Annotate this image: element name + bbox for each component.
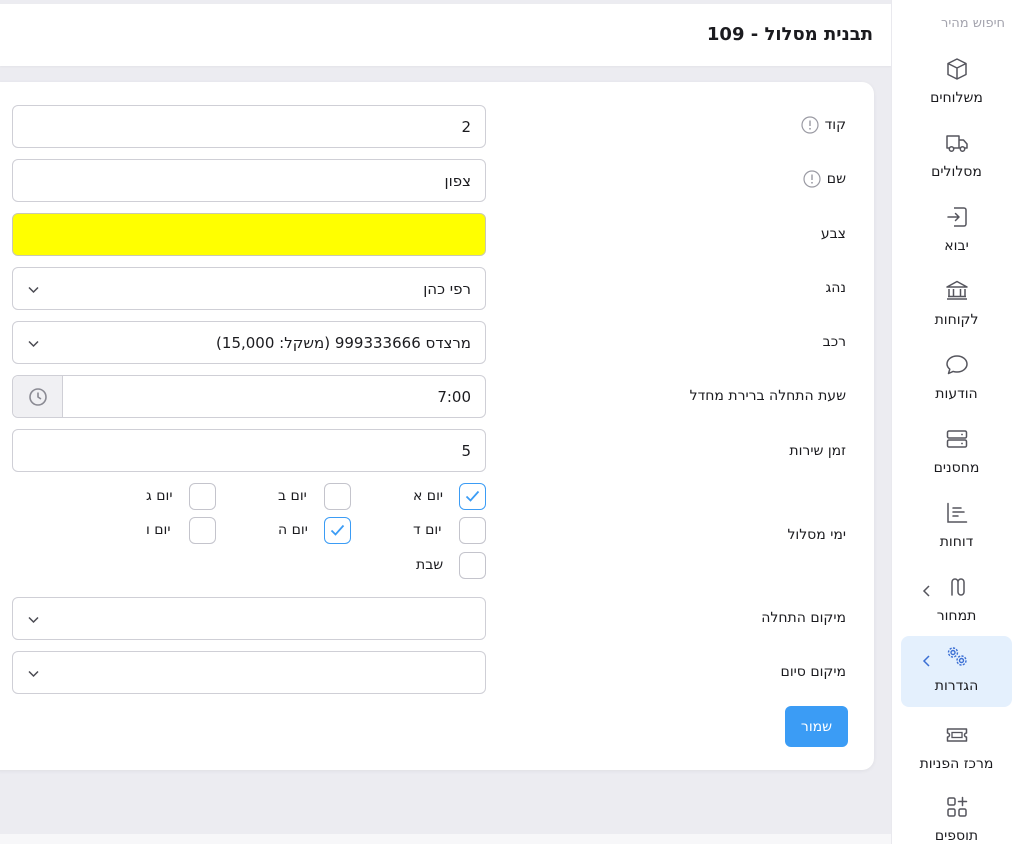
day-label-sun: יום א [413, 488, 444, 504]
ticket-icon [946, 728, 967, 742]
server-icon [946, 430, 967, 448]
page-header: תבנית מסלול - 109 [0, 4, 891, 66]
start-location-select[interactable] [12, 597, 486, 640]
info-icon[interactable] [803, 170, 821, 188]
clock-icon [28, 387, 47, 406]
service-time-input[interactable]: 5 [12, 429, 486, 472]
start-time-input[interactable]: 7:00 [12, 375, 486, 418]
day-checkbox-thu[interactable] [324, 517, 351, 544]
sidebar-item-label: דוחות [939, 534, 974, 550]
day-label-mon: יום ב [278, 488, 307, 504]
chevron-down-icon [28, 340, 39, 348]
color-picker[interactable] [12, 213, 486, 256]
checkmark-icon [330, 524, 345, 536]
code-value: 2 [461, 118, 471, 136]
sidebar-item-support-center[interactable]: מרכז הפניות [901, 714, 1012, 784]
color-label: צבע [820, 226, 846, 242]
driver-select[interactable]: רפי כהן [12, 267, 486, 310]
pricing-icon [950, 578, 965, 596]
chevron-down-icon [28, 286, 39, 294]
sidebar-item-customers[interactable]: לקוחות [901, 270, 1012, 340]
day-checkbox-mon[interactable] [324, 483, 351, 510]
driver-value: רפי כהן [423, 280, 471, 298]
page-title: תבנית מסלול - 109 [706, 24, 873, 45]
sidebar-item-label: תוספים [934, 828, 979, 844]
message-icon [945, 355, 968, 375]
truck-icon [945, 135, 968, 152]
report-icon [946, 502, 967, 523]
start-time-value: 7:00 [437, 388, 471, 406]
chevron-left-icon [922, 655, 930, 667]
sidebar-item-reports[interactable]: דוחות [901, 492, 1012, 562]
vehicle-label: רכב [822, 334, 846, 350]
day-checkbox-wed[interactable] [459, 517, 486, 544]
sidebar-item-pricing[interactable]: תמחור [901, 566, 1012, 636]
day-label-tue: יום ג [146, 488, 173, 504]
sidebar-item-label: יבוא [944, 238, 969, 254]
sidebar-item-label: מרכז הפניות [919, 756, 994, 772]
sidebar-item-label: מסלולים [931, 164, 982, 180]
settings-icon [947, 647, 967, 666]
sidebar-item-label: תמחור [936, 608, 977, 624]
driver-label: נהג [825, 280, 846, 296]
chevron-down-icon [28, 616, 39, 624]
sidebar-item-label: משלוחים [930, 90, 983, 106]
time-picker-button[interactable] [13, 376, 63, 417]
sidebar-item-settings[interactable]: הגדרות [901, 636, 1012, 707]
sidebar-item-messages[interactable]: הודעות [901, 344, 1012, 414]
day-label-thu: יום ה [278, 522, 308, 538]
route-days-label: ימי מסלול [787, 527, 846, 543]
vehicle-value: מרצדס 999333666 (משקל: 15,000) [216, 334, 471, 352]
end-location-label: מיקום סיום [780, 664, 846, 680]
day-checkbox-sun[interactable] [459, 483, 486, 510]
end-location-select[interactable] [12, 651, 486, 694]
quick-search-link[interactable]: חיפוש מהיר [941, 16, 1005, 31]
code-label-row: קוד [801, 116, 846, 134]
day-checkbox-fri[interactable] [189, 517, 216, 544]
sidebar-item-label: לקוחות [934, 312, 979, 328]
info-icon[interactable] [801, 116, 819, 134]
sidebar-item-label: הודעות [935, 386, 978, 402]
sidebar-item-warehouses[interactable]: מחסנים [901, 418, 1012, 488]
start-location-label: מיקום התחלה [761, 610, 846, 626]
start-time-label: שעת התחלה ברירת מחדל [689, 388, 846, 404]
day-checkbox-tue[interactable] [189, 483, 216, 510]
name-value: צפון [444, 172, 471, 190]
sidebar-item-plugins[interactable]: תוספים [901, 786, 1012, 844]
day-label-sat: שבת [416, 557, 444, 573]
import-icon [946, 207, 967, 227]
save-button[interactable]: שמור [785, 706, 848, 747]
sidebar-item-routes[interactable]: מסלולים [901, 122, 1012, 192]
day-label-fri: יום ו [146, 522, 171, 538]
service-time-value: 5 [461, 442, 471, 460]
chevron-down-icon [28, 670, 39, 678]
sidebar: חיפוש מהיר משלוחים מסלולים יבוא לקוחות ה… [891, 0, 1018, 844]
page-bottom [0, 834, 891, 844]
code-input[interactable]: 2 [12, 105, 486, 148]
name-label-row: שם [803, 170, 846, 188]
sidebar-item-label: הגדרות [934, 678, 979, 694]
page-background [0, 770, 891, 834]
sidebar-item-import[interactable]: יבוא [901, 196, 1012, 266]
plugins-icon [946, 796, 967, 817]
name-label: שם [826, 171, 846, 187]
service-time-label: זמן שירות [789, 443, 846, 459]
chevron-left-icon [922, 585, 930, 597]
sidebar-item-label: מחסנים [933, 460, 980, 476]
day-label-wed: יום ד [413, 522, 442, 538]
sidebar-item-shipments[interactable]: משלוחים [901, 48, 1012, 118]
box-icon [946, 58, 967, 80]
bank-icon [945, 280, 968, 300]
day-checkbox-sat[interactable] [459, 552, 486, 579]
name-input[interactable]: צפון [12, 159, 486, 202]
checkmark-icon [465, 490, 480, 502]
vehicle-select[interactable]: מרצדס 999333666 (משקל: 15,000) [12, 321, 486, 364]
code-label: קוד [824, 117, 846, 133]
